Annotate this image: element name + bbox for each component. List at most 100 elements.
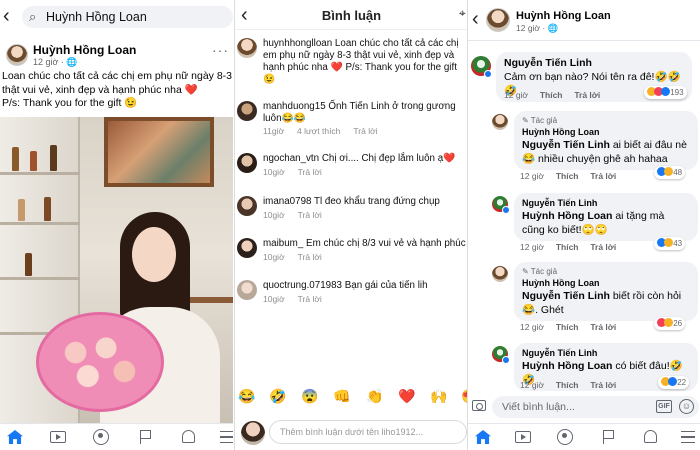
camera-icon[interactable]: [472, 400, 486, 411]
more-options-icon[interactable]: ···: [212, 42, 229, 58]
bell-icon[interactable]: [179, 429, 197, 445]
comment-likes[interactable]: 4 lượt thích: [297, 126, 340, 136]
search-field[interactable]: ⌕ Huỳnh Hồng Loan: [22, 6, 233, 28]
emoji-button[interactable]: 😨: [301, 388, 318, 405]
reply-button[interactable]: Trả lời: [590, 380, 616, 390]
mention-link[interactable]: Huỳnh Hồng Loan: [522, 210, 612, 222]
back-arrow-icon[interactable]: ‹: [3, 6, 10, 26]
comment-composer: Thêm bình luận dưới tên liho1912...: [237, 419, 467, 445]
reaction-count[interactable]: 26: [654, 317, 686, 330]
avatar[interactable]: [492, 114, 508, 130]
avatar[interactable]: [237, 38, 257, 58]
video-icon[interactable]: [514, 429, 532, 445]
comment-time: 10giờ: [263, 294, 285, 304]
comment-composer: Viết bình luận... GIF ☺: [468, 394, 700, 420]
emoji-button[interactable]: 🙌: [430, 388, 447, 405]
reply-button[interactable]: Trả lời: [298, 210, 322, 220]
gif-button[interactable]: GIF: [656, 400, 672, 413]
comment-username[interactable]: ngochan_vtn: [263, 153, 319, 164]
reaction-count[interactable]: 193: [644, 86, 687, 99]
avatar[interactable]: [237, 196, 257, 216]
comment-author[interactable]: Nguyễn Tiến Linh: [504, 57, 592, 69]
post-time: 12 giờ: [33, 57, 59, 67]
comment-username[interactable]: manhduong15: [263, 101, 326, 112]
like-button[interactable]: Thích: [556, 322, 579, 332]
menu-icon[interactable]: [218, 429, 233, 445]
reply-button[interactable]: Trả lời: [298, 167, 322, 177]
flag-icon[interactable]: [137, 429, 155, 445]
emoji-button[interactable]: 🤣: [269, 388, 286, 405]
avatar[interactable]: [237, 238, 257, 258]
author-tag: ✎ Tác giả: [522, 267, 558, 276]
comment-input[interactable]: Thêm bình luận dưới tên liho1912...: [269, 420, 467, 444]
post-text-line1: Loan chúc cho tất cả các chị em phụ nữ n…: [2, 70, 233, 96]
share-icon[interactable]: ⌖: [459, 6, 466, 21]
post-timestamp: 12 giờ · 🌐: [33, 57, 78, 67]
comment-meta: 12 giờ Thích Trả lời: [504, 90, 600, 100]
avatar[interactable]: [237, 153, 257, 173]
like-button[interactable]: Thích: [556, 380, 579, 390]
reply-button[interactable]: Trả lời: [298, 294, 322, 304]
emoji-button[interactable]: ❤️: [398, 388, 415, 405]
comment-username[interactable]: quoctrung.071983: [263, 280, 342, 291]
avatar[interactable]: [237, 280, 257, 300]
avatar[interactable]: [492, 266, 508, 282]
reply-button[interactable]: Trả lời: [590, 242, 616, 252]
like-button[interactable]: Thích: [556, 171, 579, 181]
reaction-count[interactable]: 22: [658, 376, 690, 389]
emoji-icon[interactable]: ☺: [679, 399, 694, 414]
mention-link[interactable]: Nguyễn Tiến Linh: [522, 290, 610, 302]
back-arrow-icon[interactable]: ‹: [472, 9, 479, 29]
mention-link[interactable]: Huỳnh Hồng Loan: [522, 360, 612, 372]
post-author-name[interactable]: Huỳnh Hồng Loan: [33, 43, 136, 57]
reaction-count[interactable]: 43: [654, 237, 686, 250]
search-bar: ‹ ⌕ Huỳnh Hồng Loan: [0, 0, 233, 34]
emoji-button[interactable]: 👊: [333, 388, 350, 405]
emoji-button[interactable]: 😂: [238, 388, 255, 405]
comment-username[interactable]: imana0798: [263, 196, 311, 207]
reply-button[interactable]: Trả lời: [590, 322, 616, 332]
home-icon[interactable]: [474, 429, 492, 445]
search-text: Huỳnh Hồng Loan: [46, 10, 147, 24]
comment-username[interactable]: maibum_: [263, 238, 303, 249]
like-button[interactable]: Thích: [556, 242, 579, 252]
post-author-name[interactable]: Huỳnh Hồng Loan: [516, 10, 611, 22]
reply-button[interactable]: Trả lời: [574, 90, 600, 100]
reply-button[interactable]: Trả lời: [590, 171, 616, 181]
comment-author[interactable]: Nguyễn Tiến Linh: [522, 347, 690, 359]
avatar[interactable]: [486, 8, 510, 32]
comment-time: 12 giờ: [504, 90, 529, 100]
globe-icon: 🌐: [547, 23, 559, 33]
post-photo[interactable]: [0, 117, 233, 423]
reaction-number: 43: [673, 239, 683, 248]
groups-icon[interactable]: [92, 429, 110, 445]
reaction-count[interactable]: 48: [654, 166, 686, 179]
post-timestamp: 12 giờ · 🌐: [516, 23, 559, 33]
comment-username[interactable]: huynhhonglloan: [263, 38, 332, 49]
like-button[interactable]: Thích: [540, 90, 563, 100]
comment-bubble: ✎ Tác giả Huỳnh Hồng Loan Nguyễn Tiến Li…: [514, 262, 698, 321]
emoji-button[interactable]: 👏: [366, 388, 383, 405]
comment-author[interactable]: Nguyễn Tiến Linh: [522, 197, 690, 209]
mention-link[interactable]: Nguyễn Tiến Linh: [522, 139, 610, 151]
flag-icon[interactable]: [600, 429, 618, 445]
home-icon[interactable]: [6, 429, 24, 445]
bottom-nav: [468, 423, 700, 450]
avatar[interactable]: [237, 101, 257, 121]
post-text-line2: P/s: Thank you for the gift 😉: [2, 97, 138, 109]
reply-button[interactable]: Trả lời: [298, 252, 322, 262]
video-icon[interactable]: [49, 429, 67, 445]
reply-button[interactable]: Trả lời: [353, 126, 377, 136]
comment-input[interactable]: Viết bình luận... GIF ☺: [492, 396, 699, 418]
comments-panel: ‹ Bình luận ⌖ huynhhonglloan Loan chúc c…: [234, 0, 467, 450]
comment-author[interactable]: Huỳnh Hồng Loan: [522, 126, 690, 138]
bell-icon[interactable]: [641, 429, 659, 445]
groups-icon[interactable]: [556, 429, 574, 445]
comment-meta: 11giờ 4 lượt thích Trả lời: [263, 126, 391, 136]
comment-meta: 10giờ Trả lời: [263, 167, 335, 177]
flower-bouquet: [36, 312, 164, 412]
avatar[interactable]: [6, 44, 28, 66]
comment-author[interactable]: Huỳnh Hồng Loan: [522, 277, 690, 289]
comment-bubble: Nguyễn Tiến Linh Huỳnh Hồng Loan ai tặng…: [514, 193, 698, 241]
menu-icon[interactable]: [679, 429, 697, 445]
